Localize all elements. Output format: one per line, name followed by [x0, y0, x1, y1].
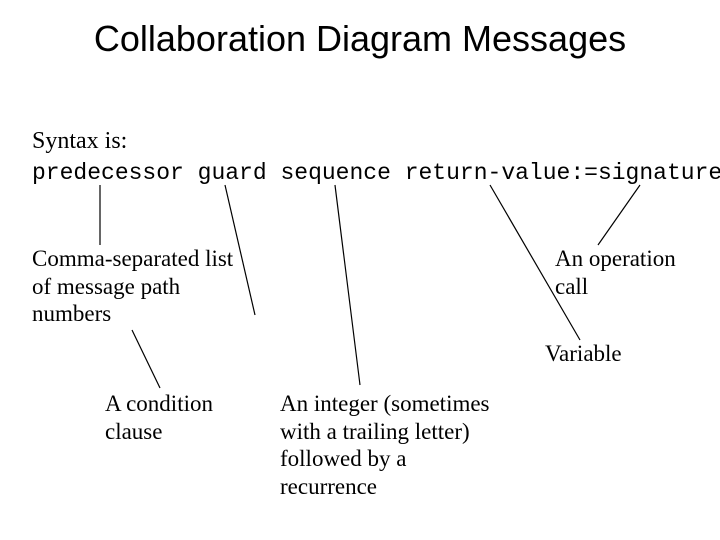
annotation-predecessor: Comma-separated list of message path num… [32, 245, 262, 328]
line-sequence [335, 185, 360, 385]
token-sequence: sequence [280, 160, 390, 186]
slide: Collaboration Diagram Messages Syntax is… [0, 0, 720, 540]
token-assign: := [570, 160, 598, 186]
token-return-value: return-value [405, 160, 571, 186]
annotation-signature: An operation call [555, 245, 695, 300]
page-title: Collaboration Diagram Messages [0, 18, 720, 60]
token-signature: signature [598, 160, 720, 186]
line-guard-extra [132, 330, 160, 388]
syntax-expression: predecessor guard sequence return-value:… [32, 160, 720, 186]
annotation-sequence: An integer (sometimes with a trailing le… [280, 390, 510, 500]
annotation-return-value: Variable [545, 340, 622, 368]
syntax-is-label: Syntax is: [32, 128, 127, 155]
line-signature [598, 185, 640, 245]
token-guard: guard [198, 160, 267, 186]
token-predecessor: predecessor [32, 160, 184, 186]
annotation-guard: A condition clause [105, 390, 245, 445]
